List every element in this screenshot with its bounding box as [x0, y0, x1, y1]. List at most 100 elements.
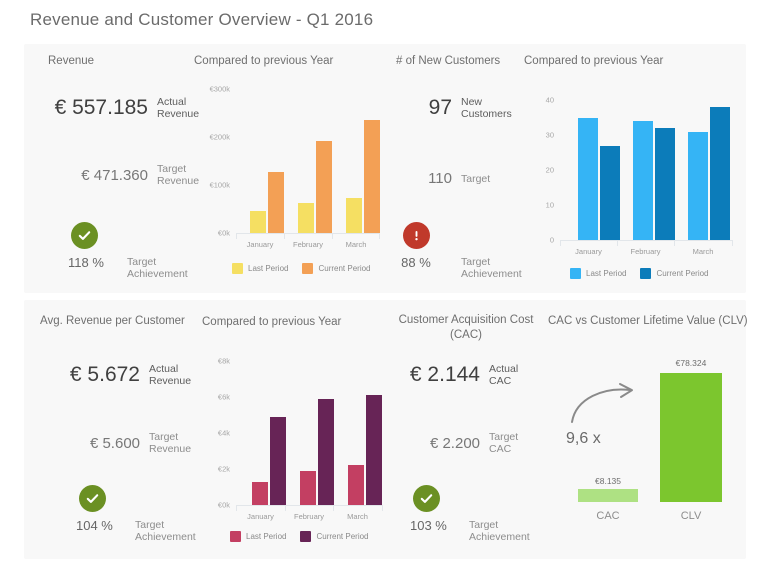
x-tick	[285, 505, 286, 511]
arpc-chart-legend: Last Period Current Period	[230, 531, 369, 542]
legend-swatch-icon	[300, 531, 312, 542]
ytick-label: €4k	[217, 428, 230, 438]
legend-item-current-period: Current Period	[302, 263, 371, 274]
revenue-target-label-line1: Target	[157, 163, 187, 175]
bar-current-january	[270, 416, 286, 505]
revenue-chart-title: Compared to previous Year	[194, 55, 334, 67]
x-tick	[236, 505, 237, 511]
bar-last-february	[298, 203, 314, 233]
x-tick	[732, 240, 733, 246]
arpc-compare-chart: €0k €2k €4k €6k €8k January February Mar…	[196, 340, 386, 550]
cac-target-label-line2: CAC	[489, 443, 512, 455]
arpc-achievement-pct: 104 %	[76, 518, 113, 533]
revenue-achievement-label-line2: Achievement	[127, 268, 188, 280]
ytick-label: 30	[545, 130, 554, 140]
x-tick	[560, 240, 561, 246]
revenue-chart-legend: Last Period Current Period	[232, 263, 371, 274]
bar-current-march	[366, 395, 382, 505]
xlabel-march: March	[347, 512, 368, 521]
legend-label: Last Period	[586, 269, 627, 278]
x-tick	[674, 240, 675, 246]
customers-achievement-pct: 88 %	[401, 255, 431, 270]
arpc-target-label-line1: Target	[149, 431, 179, 443]
legend-item-last-period: Last Period	[230, 531, 286, 542]
arpc-target-label: Target Revenue	[149, 431, 191, 455]
cac-achievement-label-line1: Target	[469, 519, 499, 531]
customers-achievement-badge-wrap: 88 %	[400, 222, 432, 270]
bar-current-february	[316, 140, 332, 233]
revenue-actual-label-line1: Actual	[157, 96, 187, 108]
bar-current-february	[655, 128, 675, 240]
revenue-target-label-line2: Revenue	[157, 175, 200, 187]
cac-achievement-label: Target Achievement	[469, 519, 530, 543]
legend-item-current-period: Current Period	[640, 268, 709, 279]
cac-achievement-pct: 103 %	[410, 518, 447, 533]
customers-plot-area	[560, 100, 730, 240]
x-tick	[382, 505, 383, 511]
cac-achievement-label-line2: Achievement	[469, 531, 530, 543]
xlabel-january: January	[246, 240, 274, 249]
xlabel-cac: CAC	[596, 510, 620, 522]
growth-arrow-icon	[571, 383, 633, 423]
xlabel-january: January	[575, 247, 602, 256]
bar-clv	[660, 373, 722, 502]
arpc-plot-area	[236, 361, 382, 505]
check-icon	[412, 485, 440, 512]
revenue-target-label: Target Revenue	[157, 163, 199, 187]
bar-current-january	[600, 145, 620, 240]
bar-current-march	[710, 107, 730, 240]
arpc-chart-title: Compared to previous Year	[202, 316, 342, 328]
cac-actual-label-line2: CAC	[489, 375, 512, 387]
arpc-target-row: € 5.600 Target Revenue	[48, 431, 218, 455]
multiplier-annotation: 9,6 x	[566, 430, 601, 447]
bar-current-february	[318, 398, 334, 505]
x-tick	[284, 233, 285, 239]
x-axis-line	[560, 240, 733, 241]
legend-label: Current Period	[316, 532, 369, 541]
ytick-label: €6k	[217, 392, 230, 402]
legend-swatch-icon	[230, 531, 241, 542]
customers-chart-legend: Last Period Current Period	[570, 268, 709, 279]
cac-actual-row: € 2.144 Actual CAC	[396, 363, 556, 387]
cac-target-value: € 2.200	[429, 434, 480, 452]
ytick-label: €100k	[209, 180, 230, 190]
cac-clv-chart-title: CAC vs Customer Lifetime Value (CLV)	[548, 315, 748, 327]
revenue-achievement-label-line1: Target	[127, 256, 157, 268]
revenue-target-row: € 471.360 Target Revenue	[48, 163, 218, 187]
x-tick	[332, 233, 333, 239]
arpc-kpi-title: Avg. Revenue per Customer	[40, 315, 185, 327]
legend-label: Last Period	[248, 264, 289, 273]
customers-target-label: Target	[461, 173, 490, 185]
arpc-actual-value: € 5.672	[69, 363, 140, 386]
customers-compare-chart: 0 10 20 30 40 January February March Las…	[524, 78, 734, 283]
legend-swatch-icon	[232, 263, 243, 274]
bar-last-february	[300, 470, 316, 505]
xlabel-february: February	[293, 512, 324, 521]
legend-item-current-period: Current Period	[300, 531, 369, 542]
arpc-target-value: € 5.600	[89, 434, 140, 452]
ytick-label: 40	[545, 95, 554, 105]
customers-kpi-title: # of New Customers	[396, 55, 501, 67]
cac-target-label: Target CAC	[489, 431, 518, 455]
customers-achievement-label-line1: Target	[461, 256, 491, 268]
x-tick	[379, 233, 380, 239]
customers-target-label-line1: Target	[461, 172, 491, 185]
xlabel-february: February	[630, 247, 661, 256]
customers-achievement-label: Target Achievement	[461, 256, 522, 280]
cac-actual-label-line1: Actual	[489, 363, 519, 375]
ytick-label: €2k	[217, 464, 230, 474]
xlabel-march: March	[345, 240, 367, 249]
bar-last-february	[633, 121, 653, 240]
page-title: Revenue and Customer Overview - Q1 2016	[30, 10, 374, 29]
revenue-compare-chart: €0k €100k €200k €300k January February M…	[194, 78, 380, 283]
customers-actual-label: New Customers	[461, 96, 512, 120]
cac-kpi-title-line1: Customer Acquisition Cost	[398, 314, 534, 326]
legend-swatch-icon	[570, 268, 581, 279]
arpc-achievement-label: Target Achievement	[135, 519, 196, 543]
legend-item-last-period: Last Period	[232, 263, 288, 274]
revenue-target-value: € 471.360	[81, 166, 148, 184]
arpc-achievement-label-line1: Target	[135, 519, 165, 531]
dashboard: Revenue and Customer Overview - Q1 2016 …	[0, 0, 768, 579]
bar-current-march	[364, 120, 380, 233]
legend-swatch-icon	[640, 268, 652, 279]
